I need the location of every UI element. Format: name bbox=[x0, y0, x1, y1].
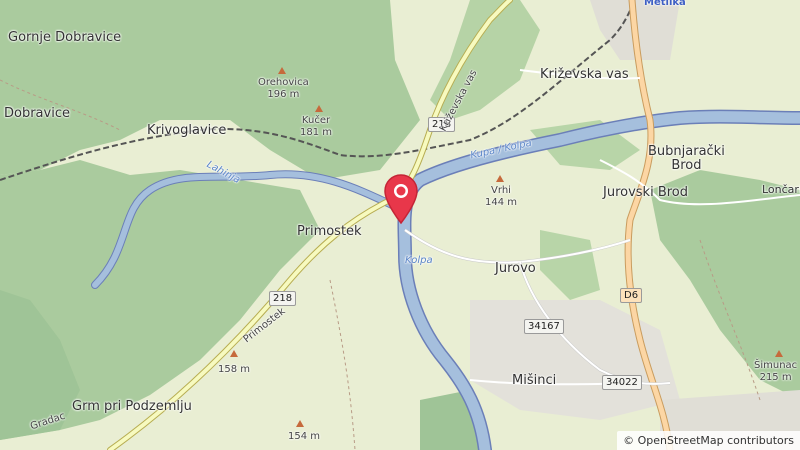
road-d6-shield: D6 bbox=[620, 288, 643, 303]
peak-orehovica: Orehovica 196 m bbox=[258, 77, 309, 100]
peak-154-icon bbox=[296, 420, 304, 427]
road-34022-shield: 34022 bbox=[602, 375, 642, 390]
place-misinci: Mišinci bbox=[512, 373, 557, 388]
place-krivoglavice: Krivoglavice bbox=[147, 123, 227, 138]
peak-158: 158 m bbox=[218, 364, 251, 375]
place-jurovski-brod: Jurovski Brod bbox=[603, 185, 689, 200]
peak-154: 154 m bbox=[288, 431, 321, 442]
place-krizevska-vas: Križevska vas bbox=[540, 67, 629, 82]
map-view[interactable]: Gornje Dobravice Dobravice Krivoglavice … bbox=[0, 0, 800, 450]
peak-vrhi-icon bbox=[496, 175, 504, 182]
location-pin-icon[interactable] bbox=[383, 173, 419, 225]
place-gornje-dobravice: Gornje Dobravice bbox=[8, 30, 122, 45]
peak-simunac: Šimunac 215 m bbox=[754, 360, 798, 383]
peak-simunac-icon bbox=[775, 350, 783, 357]
peak-orehovica-icon bbox=[278, 67, 286, 74]
map-base bbox=[0, 0, 800, 450]
place-metlika: Metlika bbox=[644, 0, 686, 8]
river-kolpa: Kolpa bbox=[405, 255, 433, 266]
road-218-south-shield: 218 bbox=[269, 291, 297, 306]
road-34167-shield: 34167 bbox=[524, 319, 564, 334]
peak-vrhi: Vrhi 144 m bbox=[485, 185, 518, 208]
place-primostek: Primostek bbox=[297, 224, 362, 239]
place-loncaric: Lončarić bbox=[762, 183, 800, 196]
peak-158-icon bbox=[230, 350, 238, 357]
place-dobravice: Dobravice bbox=[4, 106, 70, 121]
peak-kucer-icon bbox=[315, 105, 323, 112]
place-grm-pri-podzemlju: Grm pri Podzemlju bbox=[72, 399, 192, 414]
map-attribution[interactable]: © OpenStreetMap contributors bbox=[617, 431, 800, 450]
place-jurovo: Jurovo bbox=[495, 261, 536, 276]
place-bubnjaracki-brod: Bubnjarački Brod bbox=[648, 144, 725, 173]
peak-kucer: Kučer 181 m bbox=[300, 115, 333, 138]
